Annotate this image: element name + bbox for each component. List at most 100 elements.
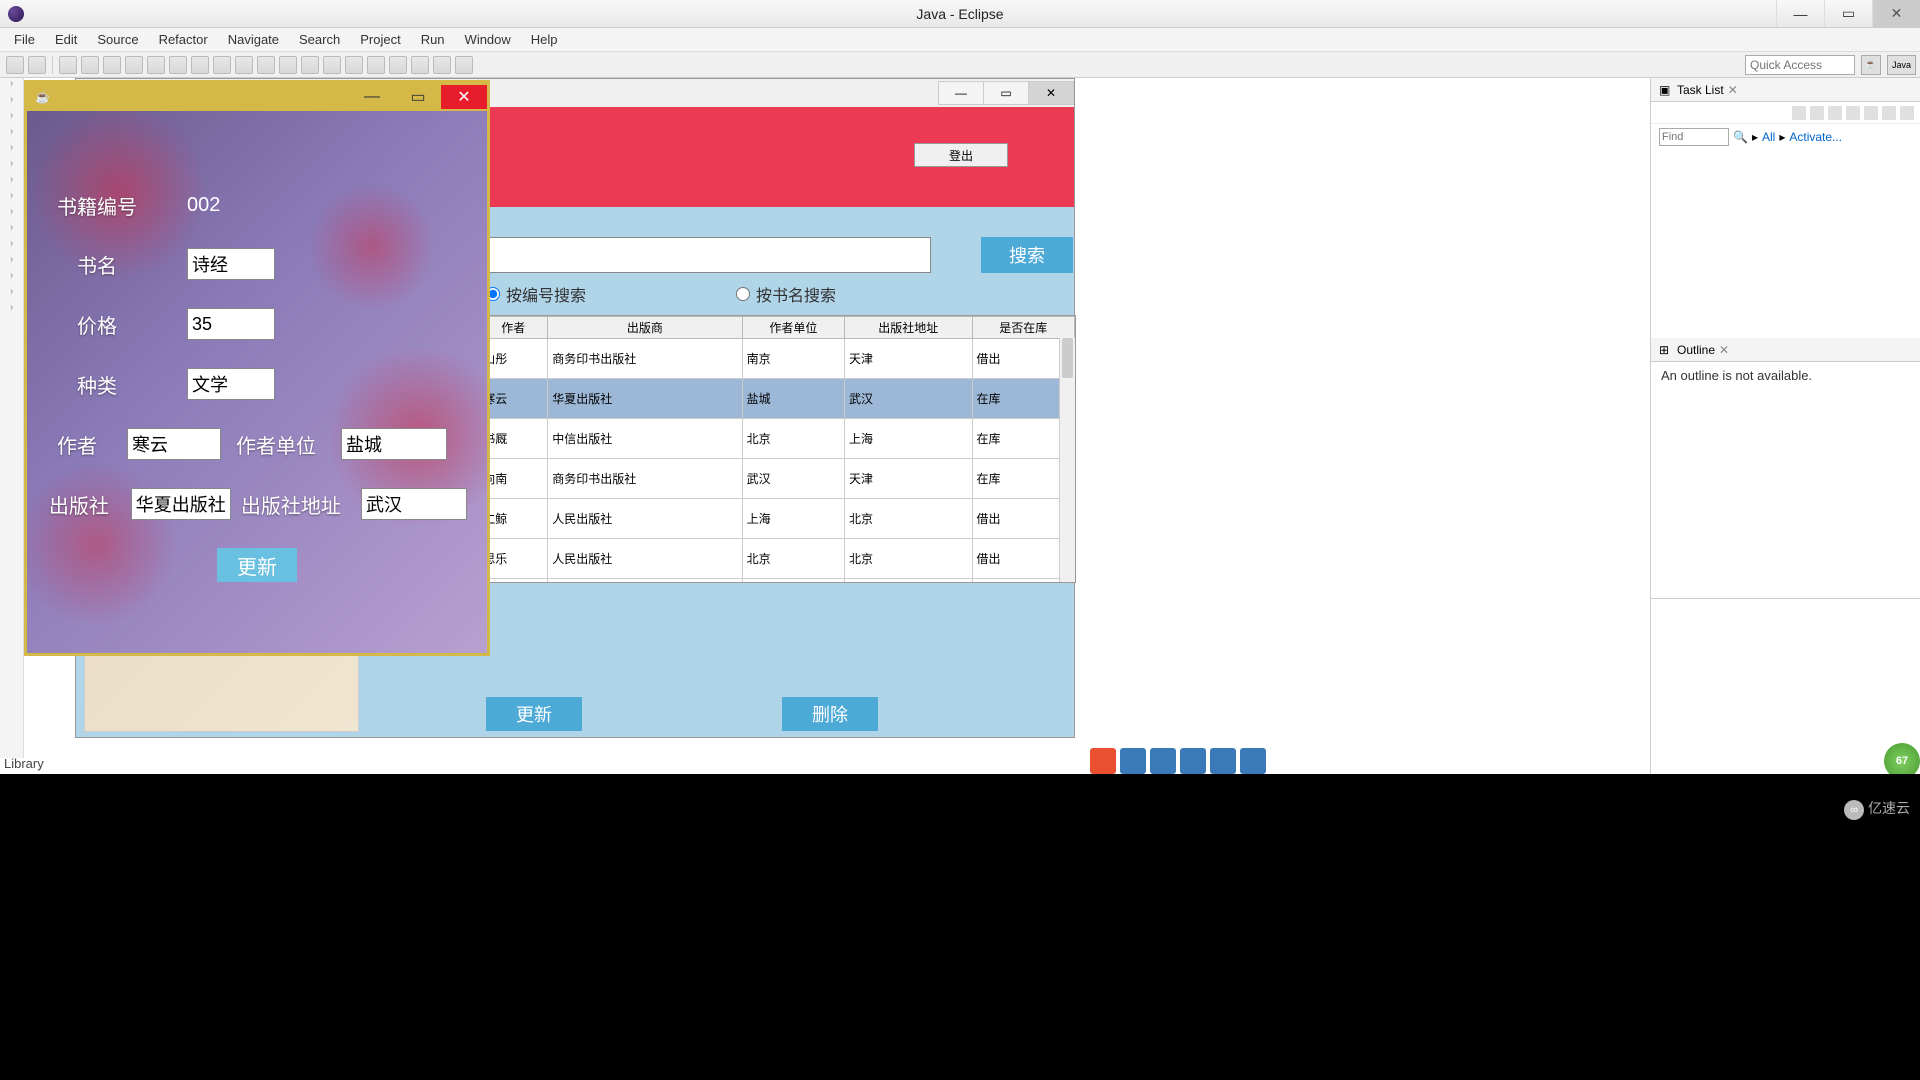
maximize-button[interactable]: ▭ <box>1824 0 1872 27</box>
menu-help[interactable]: Help <box>521 30 568 49</box>
java-perspective-label[interactable]: Java <box>1887 55 1916 75</box>
all-link[interactable]: All <box>1762 130 1775 144</box>
toolbar-btn-icon[interactable] <box>389 56 407 74</box>
dialog-close-button[interactable]: ✕ <box>441 85 487 109</box>
toolbar-run-icon[interactable] <box>81 56 99 74</box>
close-icon[interactable]: ✕ <box>1719 343 1729 357</box>
publisher-addr-label: 出版社地址 <box>241 490 341 519</box>
toolbar-btn-icon[interactable] <box>169 56 187 74</box>
book-name-input[interactable] <box>187 248 275 280</box>
dialog-minimize-button[interactable]: — <box>349 85 395 109</box>
table-cell: 上海 <box>845 579 973 584</box>
outline-tab[interactable]: ⊞ Outline ✕ <box>1651 338 1920 362</box>
toolbar-icon[interactable] <box>1900 106 1914 120</box>
author-input[interactable] <box>127 428 221 460</box>
outline-icon: ⊞ <box>1659 343 1673 357</box>
table-cell: 天津 <box>845 459 973 499</box>
toolbar-btn-icon[interactable] <box>411 56 429 74</box>
toolbar-icon[interactable] <box>1810 106 1824 120</box>
toolbar-icon[interactable] <box>1864 106 1878 120</box>
menu-search[interactable]: Search <box>289 30 350 49</box>
logout-button[interactable]: 登出 <box>914 143 1008 167</box>
dialog-titlebar[interactable]: ☕ — ▭ ✕ <box>27 83 487 111</box>
toolbar-icon[interactable] <box>1846 106 1860 120</box>
toolbar-btn-icon[interactable] <box>147 56 165 74</box>
toolbar-save-icon[interactable] <box>28 56 46 74</box>
app-minimize-button[interactable]: — <box>938 81 984 105</box>
toolbar-btn-icon[interactable] <box>103 56 121 74</box>
task-find-input[interactable] <box>1659 128 1729 146</box>
toolbar-btn-icon[interactable] <box>455 56 473 74</box>
dialog-update-button[interactable]: 更新 <box>217 548 297 582</box>
app-maximize-button[interactable]: ▭ <box>983 81 1029 105</box>
java-perspective-icon[interactable]: ☕ <box>1861 55 1881 75</box>
scrollbar-thumb[interactable] <box>1062 338 1073 378</box>
author-unit-label: 作者单位 <box>231 430 321 459</box>
tray-icon[interactable] <box>1240 748 1266 774</box>
toolbar-btn-icon[interactable] <box>191 56 209 74</box>
toolbar-icon[interactable] <box>1792 106 1806 120</box>
eclipse-titlebar[interactable]: Java - Eclipse — ▭ ✕ <box>0 0 1920 28</box>
update-button[interactable]: 更新 <box>486 697 582 731</box>
tray-icon[interactable] <box>1120 748 1146 774</box>
toolbar-btn-icon[interactable] <box>257 56 275 74</box>
search-icon[interactable]: 🔍 <box>1733 130 1748 144</box>
task-list-tab[interactable]: ▣ Task List ✕ <box>1651 78 1920 102</box>
book-id-label: 书籍编号 <box>47 191 147 220</box>
radio-by-name-input[interactable] <box>736 287 750 301</box>
search-button[interactable]: 搜索 <box>981 237 1073 273</box>
toolbar-btn-icon[interactable] <box>235 56 253 74</box>
minimize-button[interactable]: — <box>1776 0 1824 27</box>
window-title: Java - Eclipse <box>916 6 1003 22</box>
close-button[interactable]: ✕ <box>1872 0 1920 27</box>
quick-access-input[interactable] <box>1745 55 1855 75</box>
category-input[interactable] <box>187 368 275 400</box>
publisher-addr-input[interactable] <box>361 488 467 520</box>
toolbar-icon[interactable] <box>1828 106 1842 120</box>
menu-file[interactable]: File <box>4 30 45 49</box>
table-cell: 北京 <box>742 539 844 579</box>
menu-edit[interactable]: Edit <box>45 30 87 49</box>
menu-refactor[interactable]: Refactor <box>149 30 218 49</box>
bottom-black-area <box>0 774 1920 1080</box>
radio-by-name[interactable]: 按书名搜索 <box>736 282 836 306</box>
column-header[interactable]: 出版商 <box>548 317 742 339</box>
tray-icon[interactable] <box>1150 748 1176 774</box>
toolbar-btn-icon[interactable] <box>125 56 143 74</box>
toolbar-btn-icon[interactable] <box>433 56 451 74</box>
toolbar-btn-icon[interactable] <box>323 56 341 74</box>
toolbar-btn-icon[interactable] <box>213 56 231 74</box>
tray-icon[interactable] <box>1210 748 1236 774</box>
toolbar-new-icon[interactable] <box>6 56 24 74</box>
toolbar-btn-icon[interactable] <box>279 56 297 74</box>
column-header[interactable]: 作者单位 <box>742 317 844 339</box>
column-header[interactable]: 是否在库 <box>972 317 1074 339</box>
toolbar-btn-icon[interactable] <box>301 56 319 74</box>
menu-project[interactable]: Project <box>350 30 410 49</box>
app-close-button[interactable]: ✕ <box>1028 81 1074 105</box>
radio-by-id[interactable]: 按编号搜索 <box>486 282 586 306</box>
tray-icon[interactable] <box>1090 748 1116 774</box>
table-cell: 华夏出版社 <box>548 379 742 419</box>
menu-source[interactable]: Source <box>87 30 148 49</box>
toolbar-btn-icon[interactable] <box>345 56 363 74</box>
publisher-input[interactable] <box>131 488 231 520</box>
column-header[interactable]: 出版社地址 <box>845 317 973 339</box>
price-input[interactable] <box>187 308 275 340</box>
toolbar-icon[interactable] <box>1882 106 1896 120</box>
delete-button[interactable]: 删除 <box>782 697 878 731</box>
close-icon[interactable]: ✕ <box>1728 83 1738 97</box>
tray-icon[interactable] <box>1180 748 1206 774</box>
toolbar-debug-icon[interactable] <box>59 56 77 74</box>
menu-run[interactable]: Run <box>411 30 455 49</box>
dialog-maximize-button[interactable]: ▭ <box>395 85 441 109</box>
activate-link[interactable]: Activate... <box>1789 130 1842 144</box>
author-unit-input[interactable] <box>341 428 447 460</box>
menu-window[interactable]: Window <box>455 30 521 49</box>
table-cell: 上海 <box>742 579 844 584</box>
scrollbar[interactable] <box>1059 338 1075 582</box>
task-list-toolbar <box>1651 102 1920 124</box>
menu-navigate[interactable]: Navigate <box>218 30 289 49</box>
toolbar-btn-icon[interactable] <box>367 56 385 74</box>
task-list-icon: ▣ <box>1659 83 1673 97</box>
